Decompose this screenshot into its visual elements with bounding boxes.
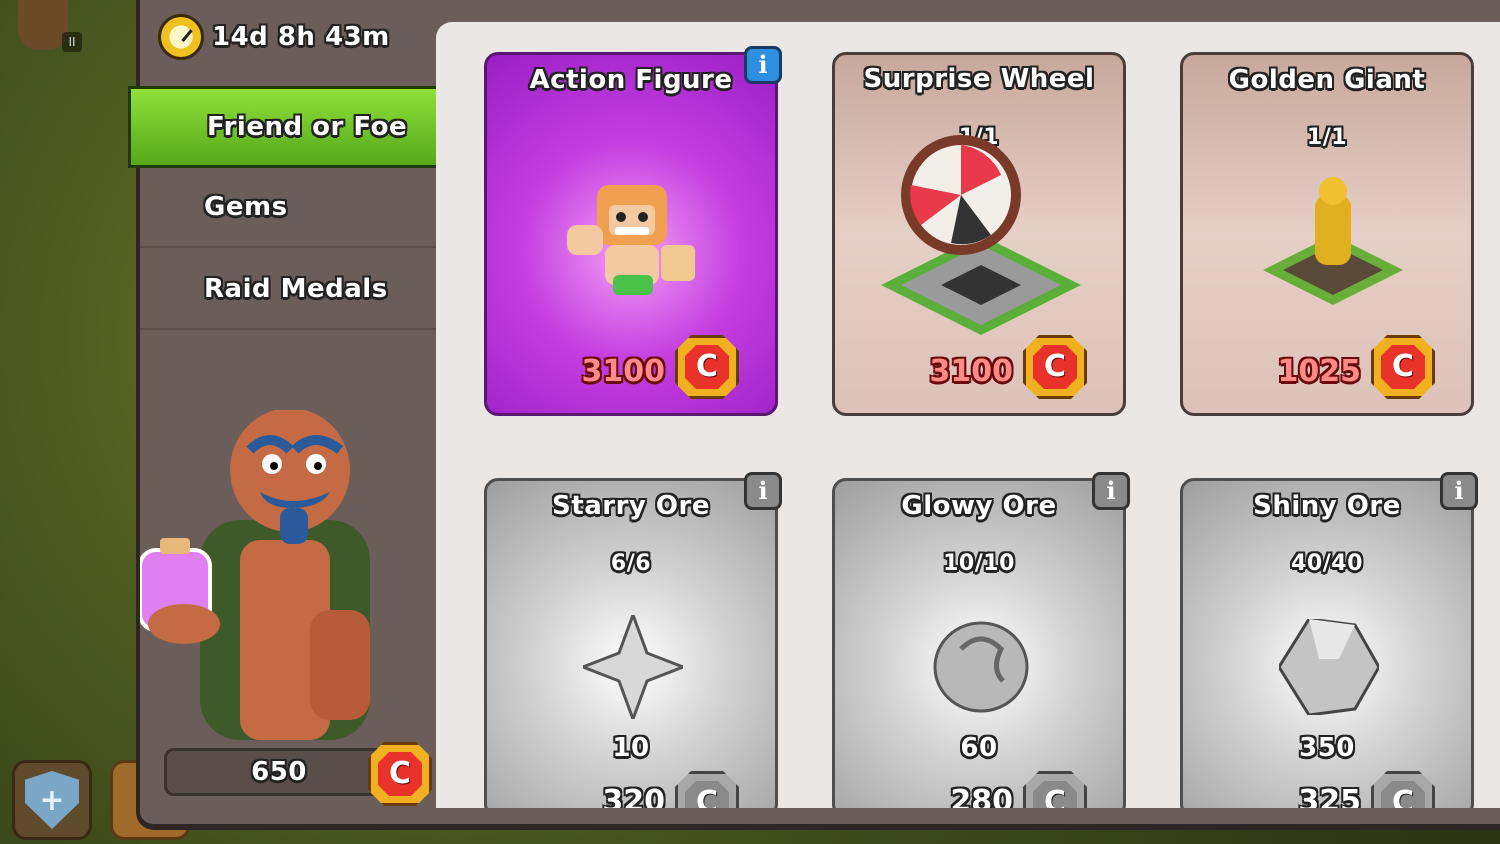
- currency-amount: 650: [251, 757, 307, 787]
- golden-giant-image: [1263, 177, 1403, 305]
- shiny-ore-icon: [1279, 619, 1379, 715]
- item-title: Shiny Ore: [1253, 491, 1401, 521]
- item-count: 40/40: [1291, 551, 1363, 576]
- info-button-glowy-ore[interactable]: i: [1092, 472, 1130, 510]
- merchant-character: [140, 410, 370, 740]
- shield-icon: +: [25, 771, 79, 829]
- shop-panel: 14d 8h 43m Friend or Foe Gems Raid Medal…: [128, 0, 1500, 830]
- raid-coin-icon: C: [1371, 771, 1435, 808]
- action-figure-image: [567, 185, 695, 295]
- item-price: 320: [602, 784, 665, 808]
- item-price: 1025: [1277, 354, 1362, 389]
- event-timer: 14d 8h 43m: [158, 14, 390, 60]
- item-price: 325: [1298, 784, 1361, 808]
- item-title: Action Figure: [529, 65, 733, 95]
- item-quantity: 60: [960, 733, 998, 763]
- shop-item-shiny-ore[interactable]: Shiny Ore 40/40 350 325 C: [1180, 478, 1474, 808]
- raid-coin-icon: C: [1371, 335, 1435, 399]
- info-button-starry-ore[interactable]: i: [744, 472, 782, 510]
- item-price: 3100: [929, 354, 1014, 389]
- pause-icon[interactable]: II: [62, 32, 82, 52]
- item-quantity: 10: [612, 733, 650, 763]
- shop-grid: Action Figure 3100 C i Surprise Wheel 1/…: [436, 22, 1500, 808]
- raid-coin-icon: C: [675, 771, 739, 808]
- surprise-wheel-image: [881, 135, 1081, 335]
- starry-ore-icon: [583, 615, 683, 719]
- item-title: Starry Ore: [552, 491, 710, 521]
- item-count: 1/1: [1306, 125, 1348, 150]
- raid-coin-icon: C: [368, 742, 432, 806]
- raid-coin-icon: C: [1023, 335, 1087, 399]
- item-quantity: 350: [1299, 733, 1355, 763]
- player-currency-bar: 650: [164, 748, 394, 796]
- item-price: 3100: [581, 354, 666, 389]
- item-title: Glowy Ore: [901, 491, 1057, 521]
- tab-gems[interactable]: Gems: [140, 168, 440, 248]
- item-count: 10/10: [943, 551, 1015, 576]
- raid-coin-icon: C: [1023, 771, 1087, 808]
- glowy-ore-icon: [933, 621, 1029, 713]
- tab-label: Friend or Foe: [207, 112, 408, 142]
- info-button-shiny-ore[interactable]: i: [1440, 472, 1478, 510]
- info-button-action-figure[interactable]: i: [744, 46, 782, 84]
- shop-item-action-figure[interactable]: Action Figure 3100 C: [484, 52, 778, 416]
- clan-shield-button[interactable]: +: [12, 760, 92, 840]
- item-title: Golden Giant: [1228, 65, 1426, 95]
- shop-item-starry-ore[interactable]: Starry Ore 6/6 10 320 C: [484, 478, 778, 808]
- item-price: 280: [950, 784, 1013, 808]
- shop-item-surprise-wheel[interactable]: Surprise Wheel 1/1 3100 C: [832, 52, 1126, 416]
- shop-item-golden-giant[interactable]: Golden Giant 1/1 1025 C: [1180, 52, 1474, 416]
- clock-icon: [158, 14, 204, 60]
- item-count: 6/6: [610, 551, 652, 576]
- tab-friend-or-foe[interactable]: Friend or Foe: [128, 86, 464, 168]
- tab-label: Gems: [204, 192, 288, 222]
- tower-decoration: [18, 0, 68, 50]
- tab-label: Raid Medals: [204, 274, 388, 304]
- item-title: Surprise Wheel: [863, 64, 1095, 94]
- tab-raid-medals[interactable]: Raid Medals: [140, 250, 440, 330]
- timer-text: 14d 8h 43m: [212, 22, 390, 52]
- raid-coin-icon: C: [675, 335, 739, 399]
- shop-item-glowy-ore[interactable]: Glowy Ore 10/10 60 280 C: [832, 478, 1126, 808]
